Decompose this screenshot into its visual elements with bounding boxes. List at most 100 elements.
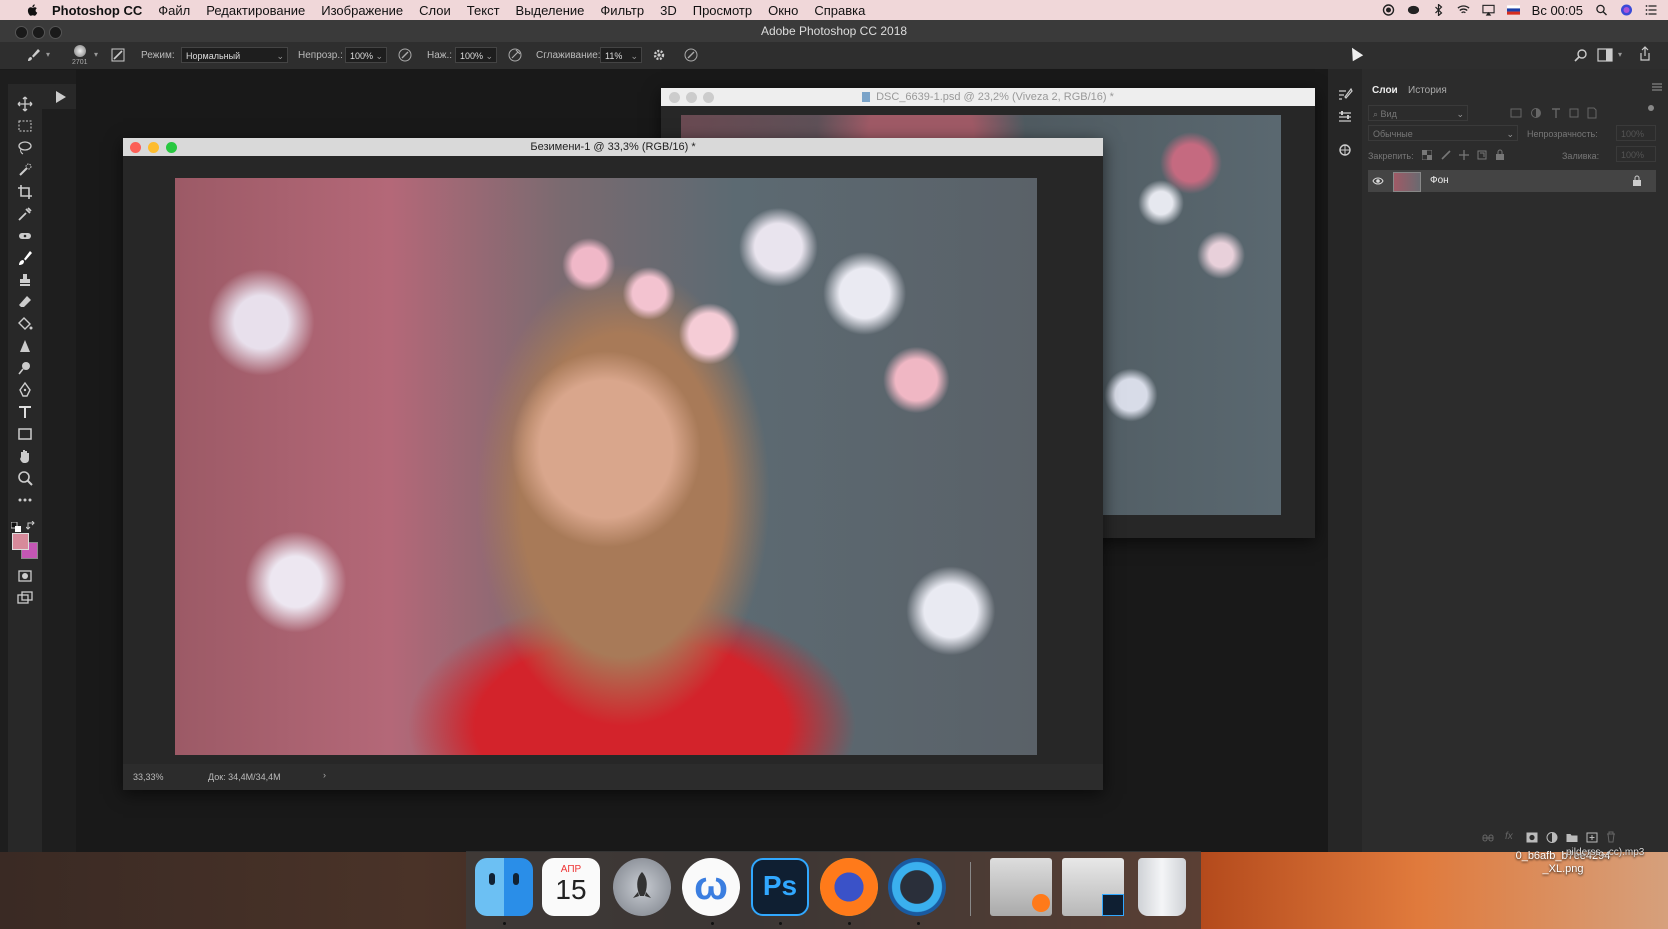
- mode-select[interactable]: Нормальный ⌄: [181, 47, 288, 63]
- rectangle-tool-icon[interactable]: [17, 426, 33, 442]
- swap-colors-icon[interactable]: [26, 521, 36, 531]
- new-fill-layer-icon[interactable]: [1546, 832, 1558, 843]
- sharpen-tool-icon[interactable]: [17, 338, 33, 354]
- tab-layers[interactable]: Слои: [1372, 85, 1398, 96]
- pressure-input[interactable]: 100% ⌄: [455, 47, 497, 63]
- document-tab-front[interactable]: Безимени-1 @ 33,3% (RGB/16) *: [123, 138, 1103, 156]
- workspace-icon[interactable]: [1597, 48, 1613, 62]
- pressure-opacity-icon[interactable]: [397, 47, 413, 63]
- layer-row[interactable]: Фон: [1368, 170, 1656, 192]
- filter-type-icon[interactable]: [1550, 107, 1562, 119]
- screen-mode-icon[interactable]: [17, 590, 33, 606]
- airbrush-icon[interactable]: [507, 47, 523, 63]
- launchpad-icon[interactable]: [613, 858, 671, 916]
- status-menu-arrow-icon[interactable]: ›: [323, 770, 326, 780]
- finder-icon[interactable]: [475, 858, 533, 916]
- brush-dropdown-icon[interactable]: ▾: [94, 50, 98, 59]
- tool-preset-dropdown-icon[interactable]: ▾: [46, 50, 50, 59]
- play-action-icon[interactable]: [56, 91, 66, 103]
- spotlight-icon[interactable]: [1595, 4, 1608, 16]
- wifi-icon[interactable]: [1457, 4, 1470, 16]
- apple-icon[interactable]: [26, 3, 40, 17]
- menu-help[interactable]: Справка: [814, 3, 865, 18]
- calendar-icon[interactable]: АПР 15: [542, 858, 600, 916]
- clone-stamp-tool-icon[interactable]: [17, 272, 33, 288]
- fill-input[interactable]: 100%: [1616, 146, 1656, 162]
- lock-transparent-icon[interactable]: [1422, 150, 1432, 160]
- notification-center-icon[interactable]: [1645, 4, 1658, 16]
- desktop-file-label[interactable]: pilderss...cc).mp3 0_b6afb_b7ee4294 _XL.…: [1458, 847, 1668, 876]
- lock-all-icon[interactable]: [1495, 149, 1505, 160]
- zoom-button[interactable]: [49, 26, 62, 39]
- brush-tool-icon[interactable]: [17, 250, 33, 266]
- marquee-tool-icon[interactable]: [17, 118, 33, 134]
- menu-filter[interactable]: Фильтр: [600, 3, 644, 18]
- hand-tool-icon[interactable]: [17, 448, 33, 464]
- brush-settings-icon[interactable]: [110, 47, 126, 63]
- quick-selection-tool-icon[interactable]: [17, 162, 33, 178]
- filter-smart-object-icon[interactable]: [1586, 107, 1598, 119]
- pressure-size-icon[interactable]: [683, 47, 699, 63]
- smoothing-input[interactable]: 11% ⌄: [600, 47, 642, 63]
- airplay-icon[interactable]: [1482, 4, 1495, 16]
- menu-3d[interactable]: 3D: [660, 3, 677, 18]
- siri-icon[interactable]: [1620, 4, 1633, 16]
- new-layer-icon[interactable]: [1586, 832, 1598, 843]
- move-tool-icon[interactable]: [17, 96, 33, 112]
- document-window-front[interactable]: Безимени-1 @ 33,3% (RGB/16) * 33,33% Док…: [123, 138, 1103, 790]
- wunderlist-icon[interactable]: ω: [682, 858, 740, 916]
- menu-image[interactable]: Изображение: [321, 3, 403, 18]
- zoom-tool-icon[interactable]: [17, 470, 33, 486]
- brush-tool-icon[interactable]: [26, 47, 42, 63]
- smoothing-settings-gear-icon[interactable]: [652, 48, 666, 62]
- close-button[interactable]: [130, 142, 141, 153]
- menu-type[interactable]: Текст: [467, 3, 500, 18]
- document-tab-back[interactable]: DSC_6639-1.psd @ 23,2% (Viveza 2, RGB/16…: [661, 88, 1315, 106]
- filter-pixel-icon[interactable]: [1510, 107, 1522, 119]
- menu-app[interactable]: Photoshop CC: [52, 3, 142, 18]
- quick-mask-icon[interactable]: [17, 568, 33, 584]
- eyedropper-tool-icon[interactable]: [17, 206, 33, 222]
- lock-position-icon[interactable]: [1459, 150, 1469, 160]
- bluetooth-icon[interactable]: [1432, 4, 1445, 16]
- link-layers-icon[interactable]: [1482, 833, 1494, 843]
- menu-edit[interactable]: Редактирование: [206, 3, 305, 18]
- close-button[interactable]: [669, 92, 680, 103]
- quicktime-icon[interactable]: [888, 858, 946, 916]
- menu-file[interactable]: Файл: [158, 3, 190, 18]
- document-preview-icon[interactable]: [990, 858, 1052, 916]
- adjustments-panel-icon[interactable]: [1337, 109, 1353, 125]
- lock-pixels-icon[interactable]: [1441, 150, 1451, 160]
- tab-history[interactable]: История: [1408, 85, 1447, 96]
- new-group-icon[interactable]: [1566, 832, 1578, 843]
- zoom-button[interactable]: [166, 142, 177, 153]
- minimize-button[interactable]: [148, 142, 159, 153]
- add-mask-icon[interactable]: [1526, 832, 1538, 843]
- record-icon[interactable]: [1382, 4, 1395, 16]
- photoshop-file-icon[interactable]: [1062, 858, 1124, 916]
- layer-opacity-input[interactable]: 100%: [1616, 125, 1656, 141]
- share-icon[interactable]: [1638, 46, 1652, 62]
- zoom-level[interactable]: 33,33%: [133, 772, 164, 782]
- visibility-eye-icon[interactable]: [1372, 176, 1384, 186]
- firefox-icon[interactable]: [820, 858, 878, 916]
- workspace-dropdown-icon[interactable]: ▾: [1618, 50, 1622, 59]
- clock[interactable]: Вс 00:05: [1532, 3, 1583, 18]
- menu-select[interactable]: Выделение: [516, 3, 585, 18]
- foreground-color-swatch[interactable]: [12, 533, 29, 550]
- brush-settings-panel-icon[interactable]: [1337, 87, 1353, 103]
- photoshop-app-icon[interactable]: Ps: [751, 858, 809, 916]
- type-tool-icon[interactable]: [17, 404, 33, 420]
- fx-icon[interactable]: fx: [1505, 831, 1513, 842]
- search-icon[interactable]: [1574, 48, 1588, 62]
- default-colors-icon[interactable]: [11, 522, 21, 532]
- filter-toggle[interactable]: [1648, 105, 1654, 111]
- lock-artboard-icon[interactable]: [1477, 150, 1487, 160]
- trash-icon[interactable]: [1138, 858, 1186, 916]
- eraser-tool-icon[interactable]: [17, 294, 33, 310]
- minimize-button[interactable]: [32, 26, 45, 39]
- close-button[interactable]: [15, 26, 28, 39]
- minimize-button[interactable]: [686, 92, 697, 103]
- more-tools-icon[interactable]: [17, 492, 33, 508]
- lasso-tool-icon[interactable]: [17, 140, 33, 156]
